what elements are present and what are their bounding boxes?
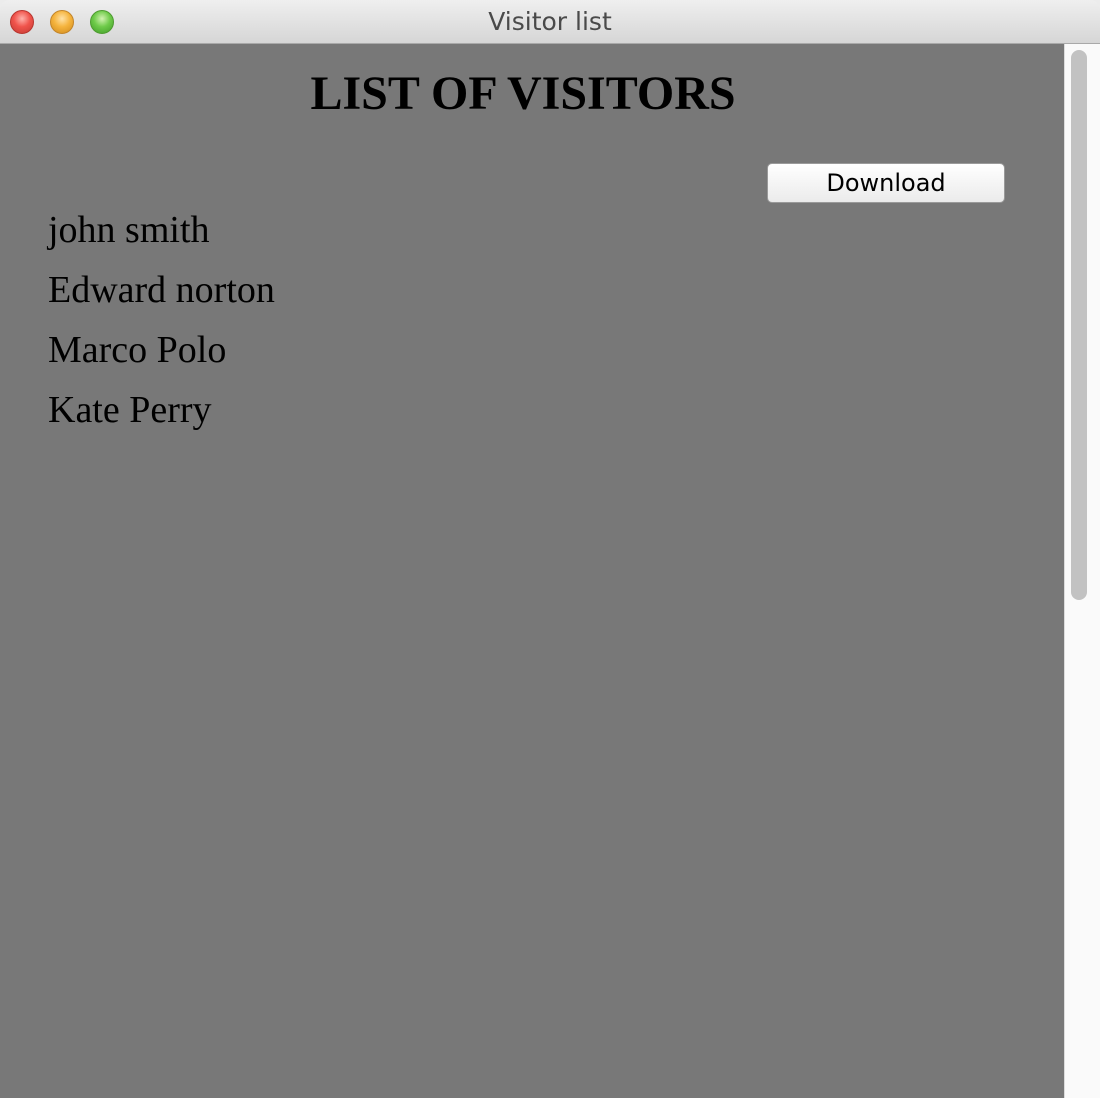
visitor-list: john smith Edward norton Marco Polo Kate… xyxy=(48,204,275,444)
window-title: Visitor list xyxy=(488,7,612,36)
download-button[interactable]: Download xyxy=(767,163,1005,203)
title-bar[interactable]: Visitor list xyxy=(0,0,1100,44)
page-title: LIST OF VISITORS xyxy=(310,67,736,120)
visitor-list-window: Visitor list LIST OF VISITORS Download j… xyxy=(0,0,1100,1098)
list-item: Kate Perry xyxy=(48,389,212,431)
vertical-scrollbar[interactable] xyxy=(1064,44,1100,1098)
scrollbar-thumb[interactable] xyxy=(1071,50,1087,600)
list-item: Edward norton xyxy=(48,269,275,311)
list-item: Marco Polo xyxy=(48,329,227,371)
content-area: LIST OF VISITORS Download john smith Edw… xyxy=(0,44,1064,1098)
list-item: john smith xyxy=(48,209,210,251)
